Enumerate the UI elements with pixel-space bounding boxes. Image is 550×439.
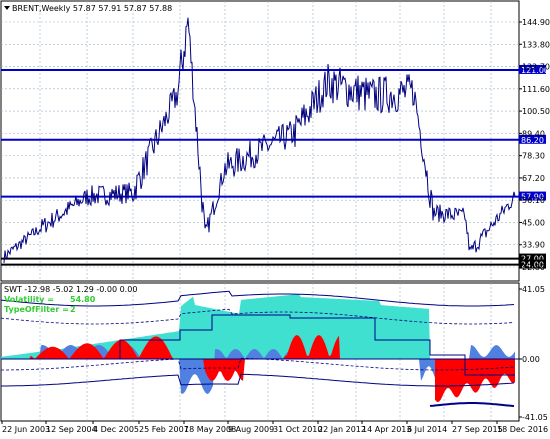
date-tick-label: 6 Jul 2014 — [407, 425, 447, 434]
date-tick-label: 14 Apr 2013 — [362, 425, 411, 434]
type-of-filter-value: 2 — [70, 305, 76, 314]
indicator-axis: 41.05 0.00 -41.05 — [519, 285, 548, 422]
volatility-label: Volatility = — [4, 295, 54, 304]
price-tick-label: 45.00 — [522, 218, 545, 227]
date-tick-label: 4 Dec 2005 — [93, 425, 139, 434]
indicator-header-text: SWT -12.98 -5.02 1.29 -0.00 0.00 — [4, 285, 137, 294]
indicator-tick-label: 0.00 — [522, 355, 540, 364]
indicator-tick-label: 41.05 — [522, 285, 545, 294]
date-tick-label: 12 Sep 2004 — [46, 425, 97, 434]
price-tick-label: 89.40 — [522, 129, 545, 138]
price-axis: 144.90 133.80 122.70 111.60 100.50 89.40 78.30… — [519, 18, 550, 272]
price-tick-label: 100.50 — [522, 107, 550, 116]
date-tick-label: 22 Jan 2012 — [318, 425, 366, 434]
chart-window: 121.0086.2057.9027.0024.00 BRENT,Weekly … — [0, 0, 550, 434]
volatility-value: 54.80 — [70, 295, 96, 304]
main-header-text: BRENT,Weekly 57.87 57.91 57.87 57.88 — [12, 4, 172, 13]
main-price-pane: 121.0086.2057.9027.0024.00 BRENT,Weekly … — [0, 0, 549, 282]
indicator-tick-label: -41.05 — [522, 413, 548, 422]
symbol-header: BRENT,Weekly 57.87 57.91 57.87 57.88 — [4, 4, 172, 13]
price-tick-label: 56.10 — [522, 196, 545, 205]
price-tick-label: 144.90 — [522, 18, 550, 27]
date-axis: 22 Jun 200312 Sep 20044 Dec 2005 25 Feb 2… — [1, 421, 548, 434]
date-tick-label: 31 Oct 2010 — [273, 425, 322, 434]
price-tick-label: 78.30 — [522, 152, 545, 161]
date-tick-label: 22 Jun 2003 — [2, 425, 50, 434]
date-tick-label: 25 Feb 2007 — [139, 425, 189, 434]
date-tick-label: 27 Sep 2015 — [452, 425, 503, 434]
price-tick-label: 67.20 — [522, 174, 545, 183]
price-tick-label: 111.60 — [522, 85, 550, 94]
date-tick-label: 18 Dec 2016 — [497, 425, 548, 434]
indicator-pane: SWT -12.98 -5.02 1.29 -0.00 0.00 Volatil… — [0, 282, 520, 422]
price-tick-label: 22.80 — [522, 263, 545, 272]
price-tick-label: 33.90 — [522, 241, 545, 250]
date-tick-label: 9 Aug 2009 — [228, 425, 274, 434]
price-tick-label: 122.70 — [522, 63, 550, 72]
price-tick-label: 133.80 — [522, 40, 550, 49]
type-of-filter-label: TypeOfFilter = — [4, 305, 69, 314]
